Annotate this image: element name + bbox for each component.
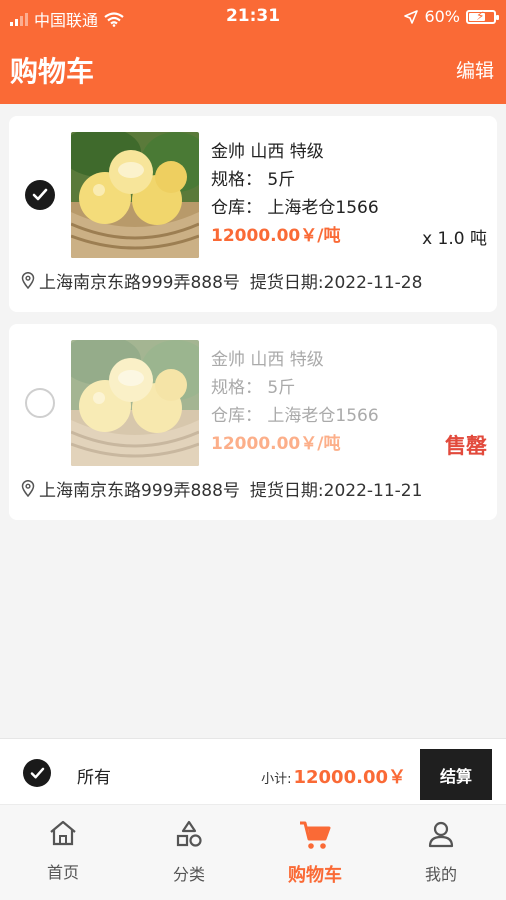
tab-home[interactable]: 首页	[0, 819, 126, 883]
location-arrow-icon	[404, 9, 419, 24]
pickup-date: 提货日期:2022-11-21	[249, 481, 423, 501]
sold-out-badge: 售罄	[445, 434, 487, 458]
select-all-checkbox[interactable]	[23, 759, 51, 787]
product-spec: 规格： 5斤	[211, 170, 296, 190]
select-all-label[interactable]: 所有	[77, 763, 111, 788]
location-pin-icon	[21, 272, 35, 289]
subtotal-amount: 12000.00￥	[293, 767, 406, 788]
product-image[interactable]	[71, 340, 199, 466]
product-spec: 规格： 5斤	[211, 378, 296, 398]
pickup-date: 提货日期:2022-11-28	[249, 273, 423, 293]
product-image[interactable]	[71, 132, 199, 258]
product-warehouse: 仓库： 上海老仓1566	[211, 198, 379, 218]
cart-item[interactable]: 金帅 山西 特级 规格： 5斤 仓库： 上海老仓1566 12000.00￥/吨…	[9, 324, 497, 520]
subtotal-label: 小计:	[261, 772, 292, 787]
item-quantity: x 1.0 吨	[422, 229, 487, 249]
user-icon	[428, 821, 454, 848]
cart-item[interactable]: 金帅 山西 特级 规格： 5斤 仓库： 上海老仓1566 12000.00￥/吨…	[9, 116, 497, 312]
checkmark-icon	[30, 767, 44, 778]
charging-icon: ⚡	[476, 8, 485, 23]
item-checkbox[interactable]	[25, 180, 55, 210]
page-title: 购物车	[10, 55, 95, 88]
tab-label: 首页	[46, 863, 79, 882]
pickup-info: 上海南京东路999弄888号 提货日期:2022-11-28	[21, 268, 422, 293]
pickup-address: 上海南京东路999弄888号	[39, 481, 240, 501]
pickup-info: 上海南京东路999弄888号 提货日期:2022-11-21	[21, 476, 422, 501]
category-icon	[176, 820, 202, 847]
battery-percent: 60%	[424, 7, 460, 26]
tab-label: 购物车	[288, 865, 342, 886]
status-bar: 中国联通 21:31 60% ⚡	[0, 0, 506, 34]
tab-label: 我的	[424, 865, 457, 884]
pickup-address: 上海南京东路999弄888号	[39, 273, 240, 293]
tab-cart[interactable]: 购物车	[252, 819, 378, 887]
product-title: 金帅 山西 特级	[211, 142, 324, 162]
product-warehouse: 仓库： 上海老仓1566	[211, 406, 379, 426]
tab-category[interactable]: 分类	[126, 819, 252, 885]
checkout-button[interactable]: 结算	[420, 749, 492, 800]
edit-button[interactable]: 编辑	[456, 56, 494, 83]
subtotal: 小计: 12000.00￥	[261, 763, 406, 789]
tab-label: 分类	[172, 865, 205, 884]
tab-profile[interactable]: 我的	[378, 819, 504, 885]
item-checkbox[interactable]	[25, 388, 55, 418]
top-bar: 中国联通 21:31 60% ⚡ 购物车 编辑	[0, 0, 506, 104]
battery-icon: ⚡	[466, 8, 499, 24]
home-icon	[50, 820, 76, 846]
checkmark-icon	[32, 188, 48, 201]
product-title: 金帅 山西 特级	[211, 350, 324, 370]
checkout-bar: 所有 小计: 12000.00￥ 结算	[0, 738, 506, 804]
tab-bar: 首页 分类 购物车 我的	[0, 804, 506, 900]
cart-icon	[300, 821, 331, 849]
location-pin-icon	[21, 480, 35, 497]
